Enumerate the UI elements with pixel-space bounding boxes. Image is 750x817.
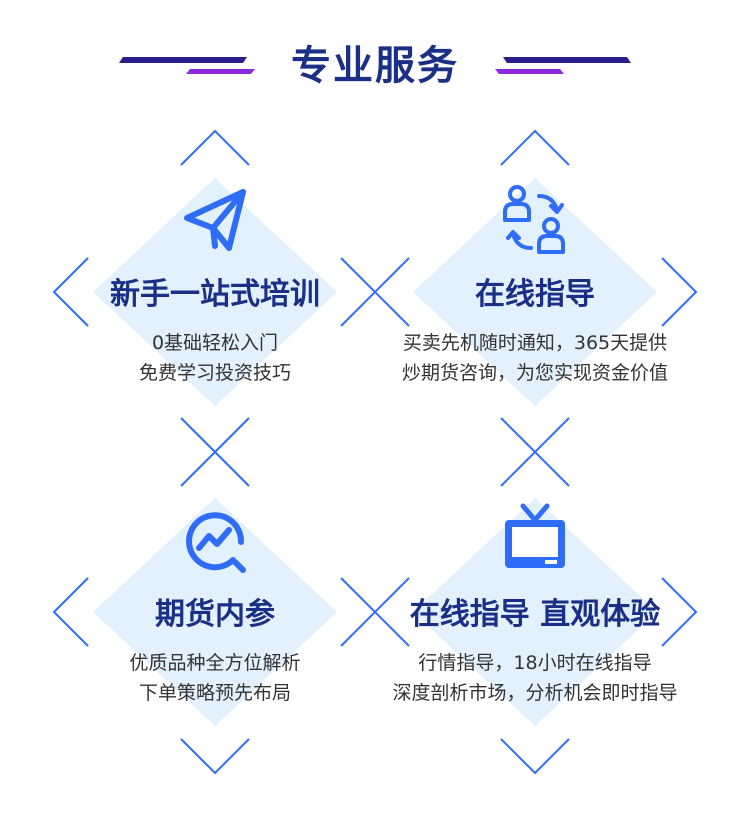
service-title: 期货内参 (155, 597, 275, 632)
service-desc-line-2: 深度剖析市场，分析机会即时指导 (392, 682, 678, 704)
service-card-insider-report: 期货内参 优质品种全方位解析 下单策略预先布局 (35, 455, 395, 775)
service-card-online-guidance: 在线指导 买卖先机随时通知，365天提供 炒期货咨询，为您实现资金价值 (355, 135, 715, 455)
trend-chart-icon (175, 500, 255, 580)
service-title: 新手一站式培训 (110, 277, 320, 312)
service-card-training: 新手一站式培训 0基础轻松入门 免费学习投资技巧 (35, 135, 395, 455)
service-desc-line-1: 0基础轻松入门 (151, 332, 279, 354)
service-desc-line-2: 炒期货咨询，为您实现资金价值 (401, 362, 668, 384)
service-title: 在线指导 (475, 277, 595, 312)
service-desc-line-1: 优质品种全方位解析 (129, 652, 301, 674)
service-desc-line-2: 下单策略预先布局 (138, 682, 291, 704)
tv-icon (495, 500, 575, 580)
service-title: 在线指导 直观体验 (409, 597, 661, 632)
service-desc-line-1: 买卖先机随时通知，365天提供 (402, 332, 668, 354)
section-title: 专业服务 (291, 43, 459, 89)
service-card-visual-experience: 在线指导 直观体验 行情指导，18小时在线指导 深度剖析市场，分析机会即时指导 (355, 455, 715, 775)
service-desc-line-1: 行情指导，18小时在线指导 (418, 652, 652, 674)
user-exchange-icon (495, 180, 575, 260)
service-desc-line-2: 免费学习投资技巧 (138, 362, 291, 384)
paper-plane-icon (175, 180, 255, 260)
